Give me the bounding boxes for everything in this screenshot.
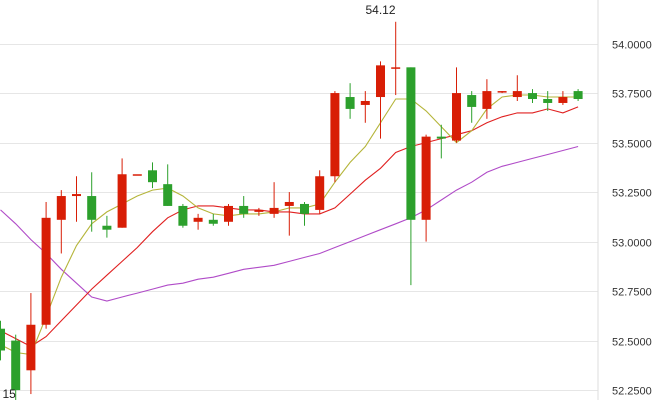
candle-body [345,97,355,109]
candle-body [452,93,461,141]
candle-body [376,65,385,98]
candle-body [391,67,401,69]
candle-body [330,93,340,177]
candle [345,83,355,119]
y-tick-label: 52.7500 [612,287,652,299]
high-value-annotation: 54.12 [365,3,395,17]
candle [56,190,66,254]
candle [224,203,233,226]
candle [26,293,36,395]
candle-body [163,184,173,206]
candle [512,75,522,101]
candle-body [482,91,492,109]
candle-body [300,203,309,214]
candle-body [26,324,36,371]
candle [452,67,461,143]
candle [543,91,553,111]
candle-body [573,91,583,100]
candle-body [208,219,218,224]
candle [360,91,370,123]
candle-body [178,205,188,226]
candle-body [497,91,507,93]
candle [163,164,173,206]
candle-body [467,95,477,107]
candle-body [11,340,21,391]
candle [41,201,51,329]
candle-body [436,136,446,139]
candle-body [132,174,142,176]
candle-body [193,217,203,222]
y-tick-label: 53.5000 [612,139,652,151]
y-tick-label: 53.2500 [612,188,652,200]
candle-body [0,328,5,351]
candle-body [269,207,279,214]
candle [102,215,112,238]
candle [421,134,431,242]
candle-body [117,174,127,228]
candle [284,192,294,236]
candle-body [315,176,325,210]
candlestick-chart: 52.2500 52.5000 52.7500 53.0000 53.2500 53.50… [0,0,670,400]
candle-body [284,201,294,206]
y-tick-label: 52.5000 [612,337,652,349]
candle [269,182,279,218]
candle [117,158,127,228]
y-tick-label: 54.0000 [612,40,652,52]
candle-body [528,93,537,100]
candle [391,21,401,96]
y-axis-tick-labels: 52.2500 52.5000 52.7500 53.0000 53.2500 53.50… [612,40,652,398]
candle-body [421,136,431,220]
candle [72,176,81,222]
candle [132,174,142,176]
candle-body [224,205,233,222]
candle [406,67,416,286]
candle-body [239,205,249,214]
candle-body [558,97,568,103]
candle-body [543,99,553,103]
y-tick-label: 53.0000 [612,238,652,250]
candle-body [512,91,522,98]
candle-body [87,196,97,220]
candle [330,91,340,183]
candle [148,162,157,189]
candle [178,203,188,228]
candle-body [148,170,157,183]
candle [467,91,477,123]
candle [315,170,325,214]
candle [497,91,507,94]
candle-body [360,100,370,105]
chart-canvas: 52.2500 52.5000 52.7500 53.0000 53.2500 53.50… [0,0,652,400]
candle-body [72,194,81,197]
candle-body [41,217,51,325]
candle-body [56,196,66,220]
candle [573,89,583,101]
candle-body [254,209,264,212]
candle [193,213,203,230]
candle [300,201,309,226]
candle-body [102,225,112,230]
candle-body [406,67,416,220]
y-tick-label: 52.2500 [612,386,652,398]
candle [254,207,264,216]
candle [87,172,97,232]
y-tick-label: 53.7500 [612,89,652,101]
candle [0,320,5,361]
candle [208,213,218,226]
candles [0,21,583,400]
candle [528,89,537,103]
low-value-annotation: 15 [3,387,17,400]
